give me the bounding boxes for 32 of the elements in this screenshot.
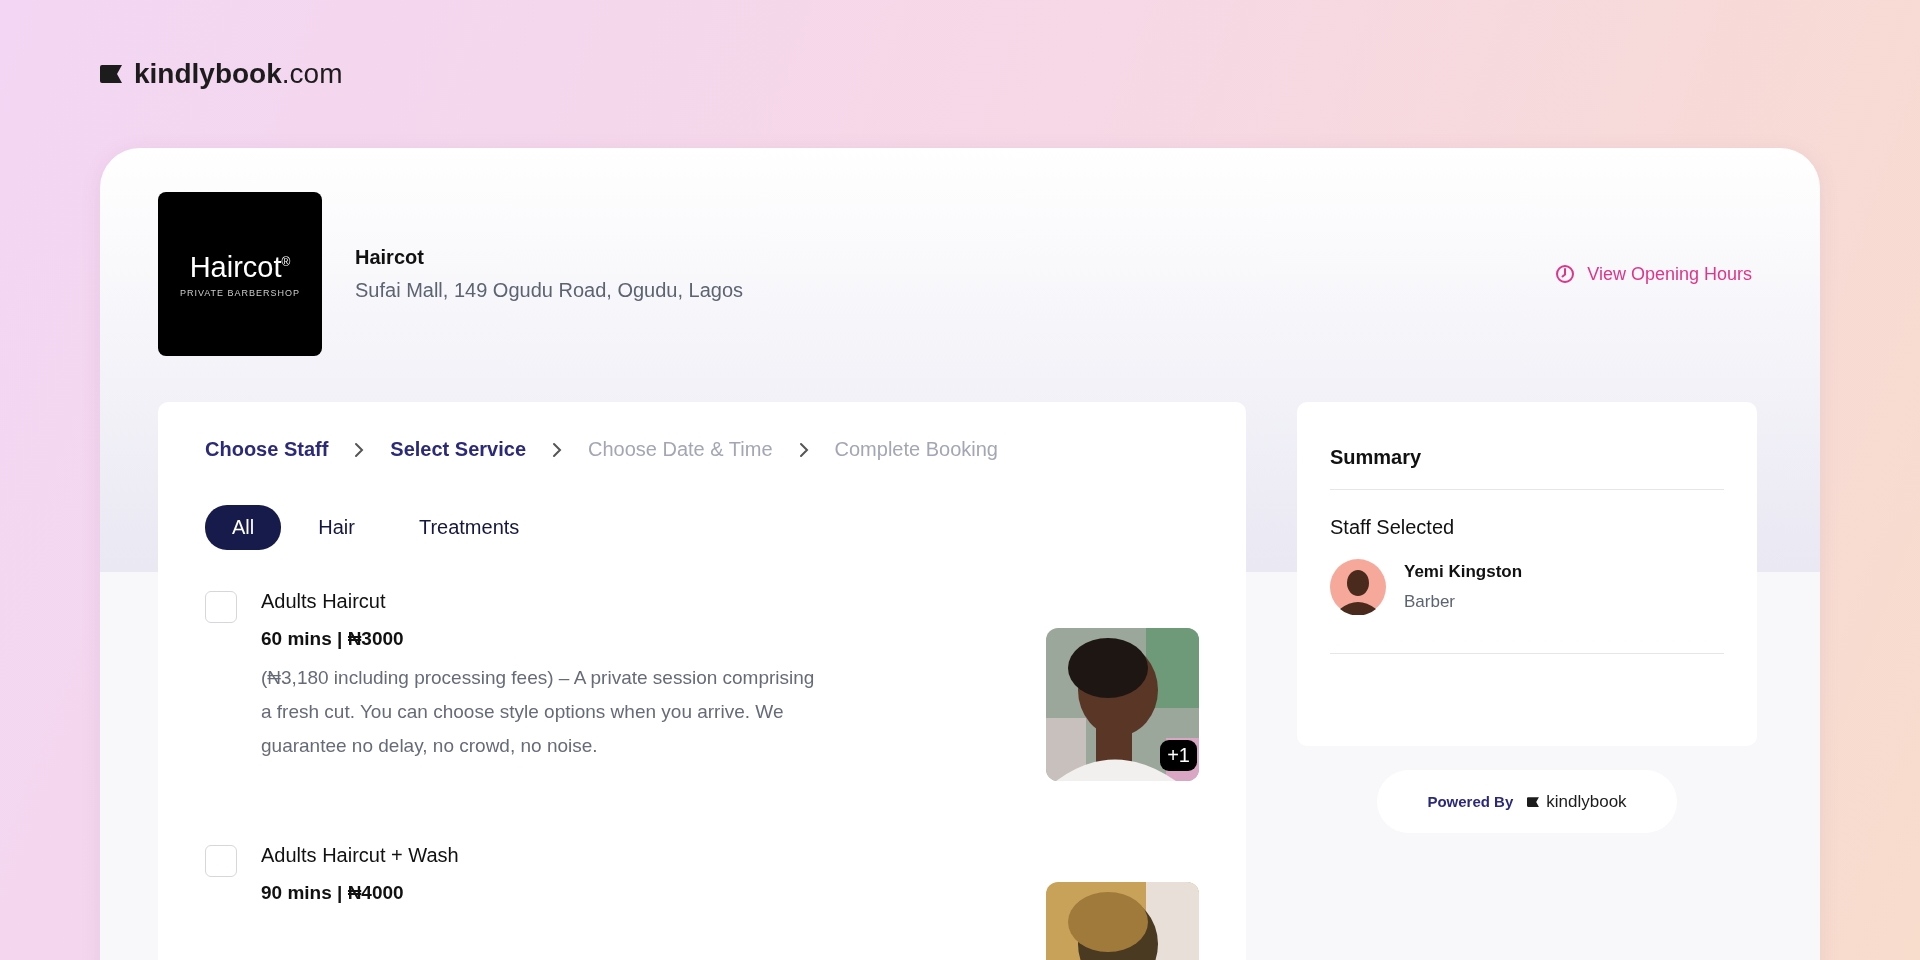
service-duration-price: 90 mins | ₦4000 [261,881,404,905]
business-address: Sufai Mall, 149 Ogudu Road, Ogudu, Lagos [355,279,744,302]
summary-title: Summary [1330,446,1422,469]
service-title: Adults Haircut [261,589,386,614]
brand-logo[interactable]: kindlybook.com [134,58,343,90]
business-logo: Haircot$^{®}$ PRIVATE BARBERSHOP [158,192,322,356]
service-duration-price: 60 mins | ₦3000 [261,627,404,651]
chevron-icon [798,441,809,458]
logo-icon [100,65,124,83]
staff-heading: Staff Selected [1330,516,1455,539]
chevron-icon [552,441,562,458]
staff-name: Yemi Kingston [1404,562,1523,582]
logo-icon [1527,796,1541,807]
category-tab[interactable]: All [205,505,282,550]
business-name: Haircot [355,246,424,269]
step-label[interactable]: Select Service [390,438,526,461]
avatar [1330,559,1386,615]
service-description: (₦3,180 including processing fees) – A private session comprising a fresh cut. You can choose style options when you arrive. We guarantee no delay, no crowd, no noise. [261,666,816,758]
opening-hours-link[interactable]: View Opening Hours [1555,263,1752,285]
service-checkbox[interactable] [205,591,237,623]
service-checkbox[interactable] [205,845,237,877]
category-tab[interactable]: Treatments [391,505,547,550]
powered-by-label: Powered By [1427,793,1514,810]
photo-count-badge: +1 [1160,740,1197,771]
staff-role: Barber [1404,592,1456,612]
step-label[interactable]: Choose Staff [205,438,329,461]
chevron-icon [354,441,365,458]
category-tab[interactable]: Hair [291,505,382,550]
service-title: Adults Haircut + Wash [261,843,459,868]
powered-by-badge[interactable]: Powered By kindlybook [1377,770,1677,833]
clock-icon [1555,264,1576,284]
powered-by-brand: kindlybook [1546,791,1627,812]
